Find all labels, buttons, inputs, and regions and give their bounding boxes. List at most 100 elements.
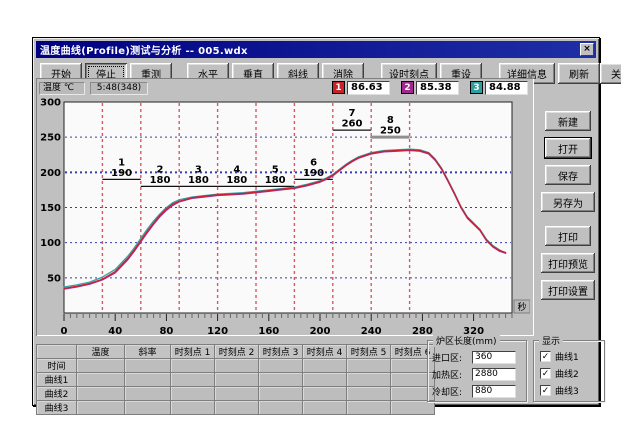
curve3-checkbox-row: ✓曲线3 <box>540 384 579 396</box>
profile-chart: 5010015020025030004080120160200240280320… <box>38 97 530 335</box>
heating-zone-input[interactable] <box>472 368 516 381</box>
x-unit-label: 秒 <box>517 301 526 313</box>
elapsed-time-display: 5:48(348) <box>90 82 148 95</box>
table-cell <box>347 373 391 387</box>
curve3-checkbox[interactable]: ✓ <box>540 385 551 396</box>
temperature-unit-label: 温度 ℃ <box>39 82 85 95</box>
table-cell <box>77 387 125 401</box>
chart-panel: 温度 ℃ 5:48(348) 186.63285.38384.88 501001… <box>36 78 534 336</box>
table-cell <box>259 373 303 387</box>
zone-7-setpoint-label: 260 <box>342 119 363 130</box>
side-button-new[interactable]: 新建 <box>545 111 591 131</box>
y-tick-label: 250 <box>40 133 61 144</box>
table-header-cell <box>37 345 77 359</box>
x-tick-label: 80 <box>159 326 173 335</box>
table-cell <box>125 373 171 387</box>
table-cell <box>347 387 391 401</box>
file-print-button-column: 新建打开保存另存为打印打印预览打印设置 <box>538 38 598 338</box>
y-tick-label: 200 <box>40 168 61 179</box>
y-tick-label: 100 <box>40 238 61 249</box>
zone-4-setpoint-label: 180 <box>226 175 247 186</box>
channel-readout: 384.88 <box>470 81 528 96</box>
table-row: 曲线1 <box>37 373 435 387</box>
results-table: 温度斜率时刻点 1时刻点 2时刻点 3时刻点 4时刻点 5时刻点 6时间曲线1曲… <box>36 344 435 415</box>
y-tick-label: 150 <box>40 203 61 214</box>
channel-1-color-chip: 1 <box>332 81 345 94</box>
x-tick-label: 0 <box>61 326 68 335</box>
curve1-checkbox-row: ✓ 曲线1 <box>540 350 579 362</box>
table-cell <box>347 401 391 415</box>
cooling-zone-input[interactable] <box>472 385 516 398</box>
table-cell <box>171 387 215 401</box>
side-button-save-as[interactable]: 另存为 <box>541 192 595 212</box>
table-row: 曲线3 <box>37 401 435 415</box>
curve1-checkbox[interactable]: ✓ <box>540 351 551 362</box>
table-cell <box>259 401 303 415</box>
y-tick-label: 50 <box>47 273 61 284</box>
furnace-zone-length-group: 炉区长度(mm) 进口区:加热区:冷却区: <box>427 340 527 402</box>
toolbar-button-close-window[interactable]: 关闭 <box>600 63 621 84</box>
zone-3-number: 3 <box>195 164 202 175</box>
channel-1-temperature-value: 86.63 <box>347 81 390 95</box>
side-button-print-preview[interactable]: 打印预览 <box>541 253 595 273</box>
curve2-checkbox-row: ✓曲线2 <box>540 367 579 379</box>
table-row-header: 时间 <box>37 359 77 373</box>
table-cell <box>303 401 347 415</box>
display-group: 显示 ✓曲线1✓曲线2✓曲线3 <box>533 340 605 402</box>
side-button-save[interactable]: 保存 <box>545 165 591 185</box>
table-header-cell: 斜率 <box>125 345 171 359</box>
zone-8-number: 8 <box>387 115 394 126</box>
channel-readout: 186.63 <box>332 81 390 96</box>
heating-zone-label: 加热区: <box>432 368 472 381</box>
table-cell <box>171 401 215 415</box>
zone-1-number: 1 <box>118 157 125 168</box>
side-button-open[interactable]: 打开 <box>545 138 591 158</box>
table-cell <box>259 387 303 401</box>
display-group-title: 显示 <box>539 334 563 347</box>
table-header-cell: 时刻点 1 <box>171 345 215 359</box>
cooling-zone-label: 冷却区: <box>432 385 472 398</box>
channel-readout: 285.38 <box>401 81 459 96</box>
table-row-header: 曲线1 <box>37 373 77 387</box>
table-row: 时间 <box>37 359 435 373</box>
channel-3-color-chip: 3 <box>470 81 483 94</box>
side-button-print-setup[interactable]: 打印设置 <box>541 280 595 300</box>
x-tick-label: 40 <box>108 326 122 335</box>
x-tick-label: 240 <box>361 326 382 335</box>
x-tick-label: 120 <box>207 326 228 335</box>
furnace-group-title: 炉区长度(mm) <box>433 334 500 347</box>
table-cell <box>303 387 347 401</box>
table-cell <box>347 359 391 373</box>
table-cell <box>391 401 435 415</box>
table-header-cell: 温度 <box>77 345 125 359</box>
inlet-zone-input[interactable] <box>472 351 516 364</box>
inlet-zone-label: 进口区: <box>432 351 472 364</box>
zone-5-number: 5 <box>272 164 279 175</box>
table-cell <box>215 373 259 387</box>
titlebar[interactable]: 温度曲线(Profile)测试与分析 -- 005.wdx × <box>36 41 596 58</box>
table-row-header: 曲线3 <box>37 401 77 415</box>
side-button-print[interactable]: 打印 <box>545 226 591 246</box>
table-cell <box>259 359 303 373</box>
window-title: 温度曲线(Profile)测试与分析 -- 005.wdx <box>36 42 248 57</box>
zone-8-setpoint-label: 250 <box>380 126 401 137</box>
table-cell <box>215 387 259 401</box>
channel-2-temperature-value: 85.38 <box>416 81 459 95</box>
zone-4-number: 4 <box>233 164 240 175</box>
zone-2-setpoint-label: 180 <box>150 175 171 186</box>
channel-3-temperature-value: 84.88 <box>485 81 528 95</box>
table-row-header: 曲线2 <box>37 387 77 401</box>
table-header-cell: 时刻点 3 <box>259 345 303 359</box>
table-cell <box>171 373 215 387</box>
curve1-label: 曲线1 <box>555 350 579 363</box>
zone-3-setpoint-label: 180 <box>188 175 209 186</box>
table-cell <box>77 359 125 373</box>
x-tick-label: 280 <box>412 326 433 335</box>
table-row: 曲线2 <box>37 387 435 401</box>
zone-2-number: 2 <box>157 164 164 175</box>
zone-1-setpoint-label: 190 <box>111 168 132 179</box>
x-tick-label: 160 <box>258 326 279 335</box>
x-tick-label: 200 <box>310 326 331 335</box>
table-cell <box>125 387 171 401</box>
curve2-checkbox[interactable]: ✓ <box>540 368 551 379</box>
